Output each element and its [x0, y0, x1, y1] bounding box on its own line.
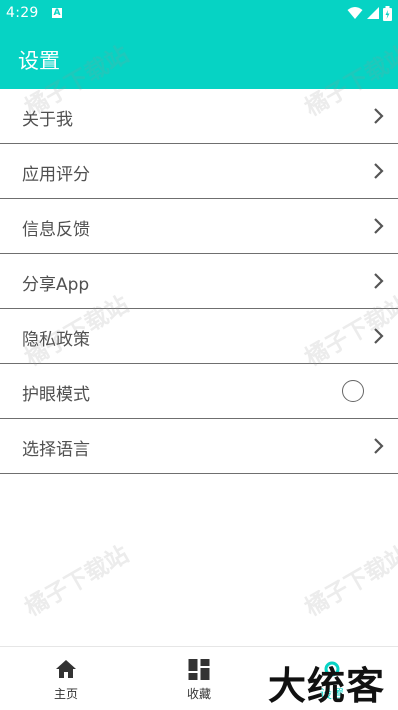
nav-item-home[interactable]: 主页 [0, 647, 132, 710]
settings-row-label: 应用评分 [22, 165, 90, 185]
settings-row-label: 护眼模式 [22, 385, 90, 405]
wifi-icon [347, 7, 363, 19]
dashboard-icon [188, 659, 210, 680]
chevron-right-icon [374, 108, 384, 124]
settings-row-label: 隐私政策 [22, 330, 90, 350]
chevron-right-icon [374, 328, 384, 344]
status-time: 4:29 [6, 5, 39, 21]
status-bar: 4:29 A [0, 0, 398, 27]
nav-item-favorites[interactable]: 收藏 [133, 647, 265, 710]
home-icon [56, 660, 76, 678]
settings-row-label: 信息反馈 [22, 220, 90, 240]
notification-a-icon: A [52, 8, 62, 18]
settings-row-rate-app[interactable]: 应用评分 [0, 144, 398, 199]
page-title: 设置 [18, 49, 60, 73]
settings-list: 关于我 应用评分 信息反馈 分享App 隐私政策 护眼模式 选择语言 [0, 89, 398, 474]
settings-row-label: 关于我 [22, 110, 73, 130]
watermark: 橘子下载站 [300, 541, 398, 622]
settings-row-privacy-policy[interactable]: 隐私政策 [0, 309, 398, 364]
settings-row-label: 分享App [22, 275, 90, 295]
watermark: 橘子下载站 [20, 541, 134, 622]
settings-row-feedback[interactable]: 信息反馈 [0, 199, 398, 254]
brand-watermark-stamp: 大统客 [268, 664, 386, 708]
nav-label: 主页 [53, 687, 78, 701]
settings-row-about[interactable]: 关于我 [0, 89, 398, 144]
settings-row-eye-protection: 护眼模式 [0, 364, 398, 419]
chevron-right-icon [374, 438, 384, 454]
settings-row-share-app[interactable]: 分享App [0, 254, 398, 309]
chevron-right-icon [374, 218, 384, 234]
chevron-right-icon [374, 273, 384, 289]
settings-row-label: 选择语言 [22, 440, 90, 460]
signal-icon [367, 7, 379, 19]
chevron-right-icon [374, 163, 384, 179]
settings-row-language[interactable]: 选择语言 [0, 419, 398, 474]
eye-protection-radio[interactable] [342, 380, 364, 402]
status-icons [347, 5, 392, 21]
nav-label: 收藏 [186, 687, 211, 701]
app-bar: 设置 [0, 27, 398, 89]
battery-icon [383, 5, 392, 21]
